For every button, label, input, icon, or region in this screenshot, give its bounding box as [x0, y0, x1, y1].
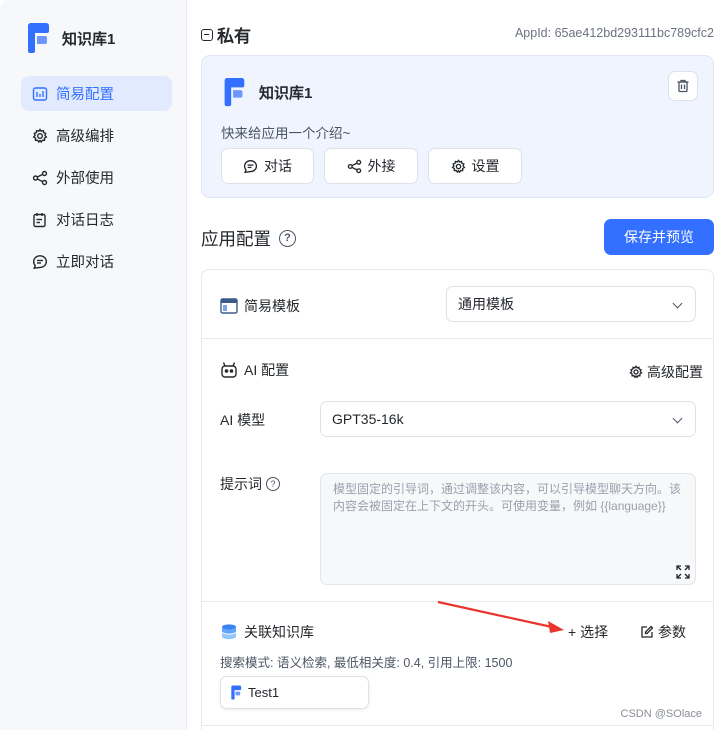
help-icon[interactable]: ? — [266, 477, 280, 491]
sliders-icon — [32, 86, 48, 101]
template-select[interactable]: 通用模板 — [446, 286, 696, 322]
expand-icon[interactable] — [675, 564, 691, 580]
dataset-search-settings: 搜索模式: 语义检索, 最低相关度: 0.4, 引用上限: 1500 — [220, 656, 513, 670]
chat-button[interactable]: 对话 — [221, 148, 314, 184]
template-icon — [220, 298, 238, 314]
trash-icon — [677, 79, 689, 93]
sidebar-nav: 简易配置 高级编排 外部使用 对话日志 立即对话 — [21, 76, 172, 286]
chevron-down-icon — [672, 298, 683, 309]
section-title-text: 应用配置 — [201, 229, 271, 249]
share-icon — [347, 159, 361, 173]
help-icon[interactable]: ? — [279, 230, 296, 247]
dataset-params-label: 参数 — [658, 624, 686, 640]
dataset-chip[interactable]: Test1 — [220, 676, 369, 709]
advanced-config-button[interactable]: 高级配置 — [629, 362, 703, 382]
private-icon — [201, 28, 213, 41]
sidebar-item-advanced-orchestration[interactable]: 高级编排 — [21, 118, 172, 153]
database-icon — [222, 624, 236, 640]
annotation-arrow-icon — [437, 600, 564, 633]
watermark: CSDN @SOlace — [620, 708, 702, 720]
gear-icon — [629, 365, 643, 379]
app-window: 知识库1 简易配置 高级编排 外部使用 对话日志 立即对话 私有 AppId: … — [0, 0, 716, 730]
sidebar-item-simple-config[interactable]: 简易配置 — [21, 76, 172, 111]
log-icon — [33, 212, 46, 227]
delete-button[interactable] — [668, 71, 698, 101]
divider — [202, 338, 713, 339]
model-select[interactable]: GPT35-16k — [320, 401, 696, 437]
dataset-chip-label: Test1 — [248, 685, 280, 700]
chevron-down-icon — [672, 413, 683, 424]
template-label-text: 简易模板 — [244, 298, 300, 314]
gear-icon — [32, 127, 48, 143]
chat-icon — [243, 159, 258, 173]
sidebar: 知识库1 简易配置 高级编排 外部使用 对话日志 立即对话 — [0, 0, 187, 730]
app-intro[interactable]: 快来给应用一个介绍~ — [221, 122, 350, 142]
share-button-label: 外接 — [367, 158, 396, 174]
section-title: 应用配置 ? — [201, 226, 296, 251]
model-label: AI 模型 — [220, 412, 266, 428]
model-select-value: GPT35-16k — [332, 411, 404, 427]
sidebar-item-label: 简易配置 — [56, 87, 114, 103]
share-button[interactable]: 外接 — [324, 148, 418, 184]
save-and-preview-button[interactable]: 保存并预览 — [604, 219, 714, 255]
prompt-label: 提示词 ? — [220, 474, 280, 494]
chat-icon — [32, 254, 48, 269]
prompt-textarea[interactable]: 模型固定的引导词，通过调整该内容，可以引导模型聊天方向。该内容会被固定在上下文的… — [320, 473, 696, 585]
edit-icon — [641, 625, 654, 638]
template-label: 简易模板 — [220, 296, 300, 316]
share-icon — [32, 170, 48, 185]
chat-button-label: 对话 — [264, 158, 292, 174]
app-name: 知识库1 — [62, 30, 116, 48]
sidebar-item-label: 高级编排 — [56, 129, 114, 145]
app-logo-icon — [231, 685, 242, 700]
app-id: AppId: 65ae412bd293111bc789cfc2 — [514, 26, 714, 40]
gear-icon — [451, 158, 465, 173]
dataset-label-text: 关联知识库 — [244, 624, 314, 640]
robot-icon — [221, 362, 237, 378]
prompt-placeholder: 模型固定的引导词，通过调整该内容，可以引导模型聊天方向。该内容会被固定在上下文的… — [333, 482, 682, 513]
divider — [202, 725, 713, 726]
sidebar-item-label: 外部使用 — [56, 171, 114, 187]
sidebar-item-label: 立即对话 — [56, 255, 114, 271]
header-bar: 私有 AppId: 65ae412bd293111bc789cfc2 — [201, 22, 716, 47]
app-info-card: 知识库1 快来给应用一个介绍~ 对话 外接 设置 — [201, 55, 714, 198]
brand: 知识库1 — [26, 22, 115, 54]
ai-config-label: AI 配置 — [220, 360, 289, 380]
template-select-value: 通用模板 — [458, 296, 514, 312]
ai-config-label-text: AI 配置 — [244, 362, 290, 378]
dataset-label: 关联知识库 — [220, 622, 314, 642]
sidebar-item-chat-now[interactable]: 立即对话 — [21, 244, 172, 279]
sidebar-item-label: 对话日志 — [56, 213, 114, 229]
config-panel: 简易模板 通用模板 AI 配置 高级配置 AI 模型 GPT35-16k 提示词… — [201, 269, 714, 730]
select-dataset-button[interactable]: + 选择 — [568, 622, 608, 642]
settings-button-label: 设置 — [471, 158, 500, 174]
app-logo-icon — [224, 77, 245, 107]
visibility-label: 私有 — [217, 27, 251, 46]
app-logo-icon — [28, 23, 49, 53]
app-actions: 对话 外接 设置 — [221, 148, 532, 184]
prompt-label-text: 提示词 — [220, 476, 262, 492]
app-title: 知识库1 — [259, 85, 313, 102]
settings-button[interactable]: 设置 — [428, 148, 522, 184]
advanced-config-label: 高级配置 — [647, 364, 703, 380]
sidebar-item-external-use[interactable]: 外部使用 — [21, 160, 172, 195]
sidebar-item-chat-log[interactable]: 对话日志 — [21, 202, 172, 237]
dataset-params-button[interactable]: 参数 — [640, 622, 686, 642]
